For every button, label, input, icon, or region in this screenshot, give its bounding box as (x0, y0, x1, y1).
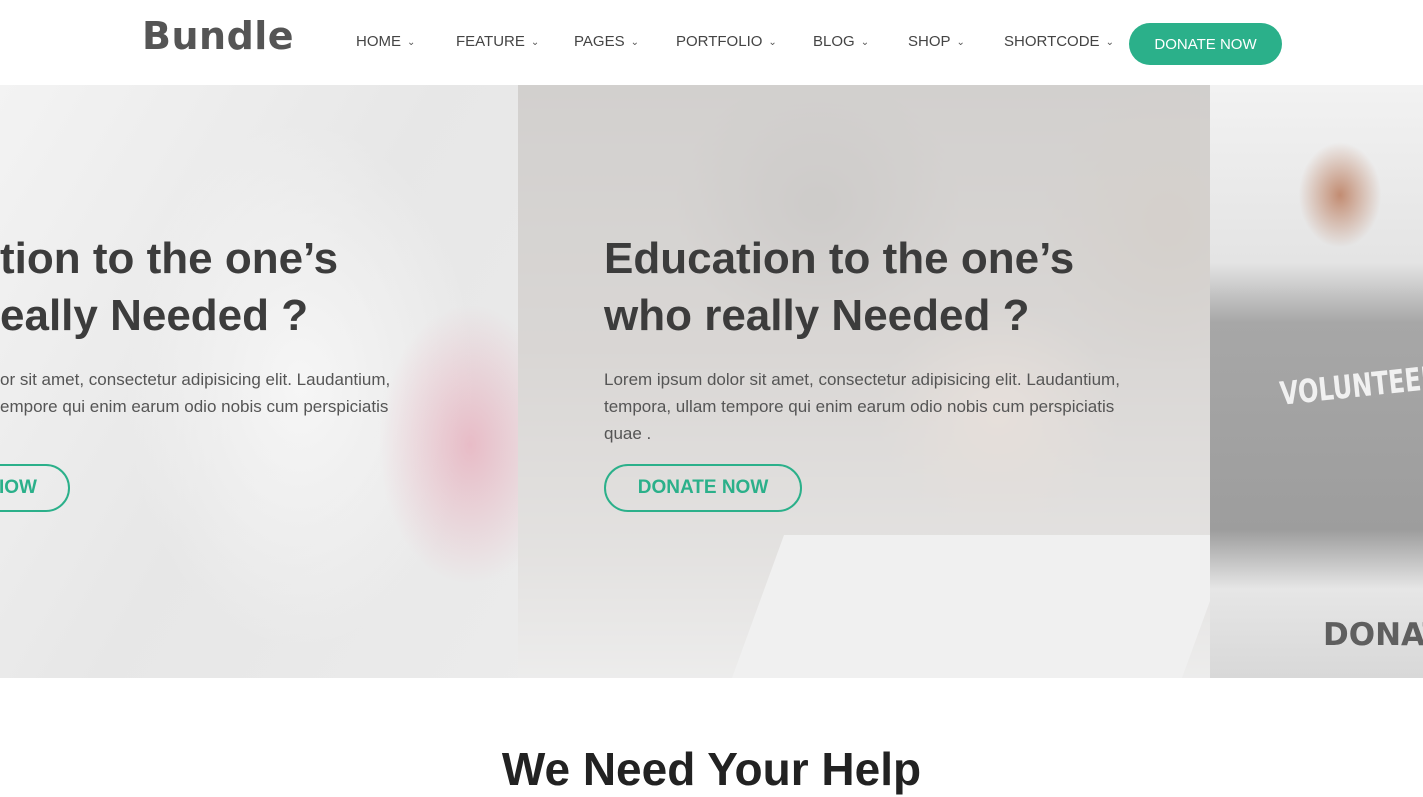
section-title: We Need Your Help (501, 743, 922, 795)
donate-now-button[interactable]: DONATE NOW (1129, 23, 1282, 65)
nav-item-feature[interactable]: FEATURE ⌄ (456, 33, 539, 50)
slide-text-line: quae . (604, 424, 652, 443)
nav-item-home[interactable]: HOME ⌄ (356, 33, 415, 50)
slide-description: or sit amet, consectetur adipisicing eli… (0, 366, 390, 420)
nav-item-pages[interactable]: PAGES ⌄ (574, 33, 639, 50)
nav-item-blog[interactable]: BLOG ⌄ (813, 33, 869, 50)
nav-item-portfolio[interactable]: PORTFOLIO ⌄ (676, 33, 777, 50)
chevron-down-icon: ⌄ (630, 36, 639, 48)
chevron-down-icon: ⌄ (530, 36, 540, 48)
nav-item-label: HOME (356, 33, 401, 50)
site-logo[interactable]: Bundle (142, 14, 294, 58)
slide-text-line: or sit amet, consectetur adipisicing eli… (0, 370, 391, 389)
slide-title-line: who really Needed ? (604, 291, 1030, 340)
slide-title-line: eally Needed ? (0, 291, 309, 340)
nav-item-shortcode[interactable]: SHORTCODE ⌄ (1004, 33, 1114, 50)
nav-item-label: FEATURE (456, 33, 525, 50)
previous-slide-caption: tion to the one’s eally Needed ? or sit … (0, 230, 390, 420)
hero-slider[interactable]: VOLUNTEER DONAT tion to the one’s eally … (0, 85, 1423, 678)
slide-text-line: tempora, ullam tempore qui enim earum od… (604, 397, 1115, 416)
slide-title: tion to the one’s eally Needed ? (0, 230, 390, 344)
slide-title: Education to the one’s who really Needed… (604, 230, 1120, 344)
nav-item-label: PORTFOLIO (676, 33, 763, 50)
slide-text-line: Lorem ipsum dolor sit amet, consectetur … (604, 370, 1120, 389)
nav-item-label: SHORTCODE (1004, 33, 1100, 50)
slide-title-line: tion to the one’s (0, 234, 339, 283)
nav-item-label: SHOP (908, 33, 951, 50)
current-slide-caption: Education to the one’s who really Needed… (604, 230, 1120, 447)
slide-text-line: empore qui enim earum odio nobis cum per… (0, 397, 389, 416)
nav-item-label: BLOG (813, 33, 855, 50)
chevron-down-icon: ⌄ (1105, 36, 1114, 48)
site-header: Bundle HOME ⌄ FEATURE ⌄ PAGES ⌄ PORTFOLI… (0, 0, 1423, 85)
chevron-down-icon: ⌄ (768, 36, 777, 48)
donation-box-text: DONAT (1323, 617, 1423, 653)
slide-description: Lorem ipsum dolor sit amet, consectetur … (604, 366, 1120, 447)
chevron-down-icon: ⌄ (956, 36, 965, 48)
nav-item-shop[interactable]: SHOP ⌄ (908, 33, 965, 50)
nav-item-label: PAGES (574, 33, 625, 50)
previous-slide-donate-button[interactable]: IOW (0, 464, 70, 512)
chevron-down-icon: ⌄ (407, 36, 416, 48)
slide-donate-now-button[interactable]: DONATE NOW (604, 464, 802, 512)
slide-title-line: Education to the one’s (604, 234, 1075, 283)
chevron-down-icon: ⌄ (860, 36, 870, 48)
